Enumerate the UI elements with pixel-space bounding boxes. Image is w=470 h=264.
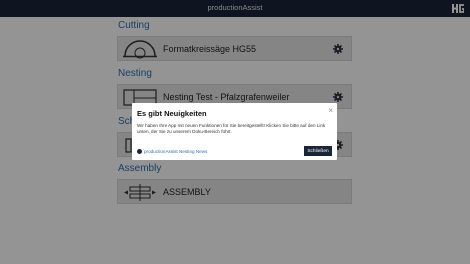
dialog-title: Es gibt Neuigkeiten bbox=[137, 109, 207, 118]
close-icon[interactable]: × bbox=[328, 106, 333, 115]
news-link-label[interactable]: productionAssist Nesting News bbox=[144, 149, 207, 154]
close-button[interactable]: Schließen bbox=[304, 146, 332, 156]
dialog-body: Wir haben Ihre App mit neuen Funktionen … bbox=[137, 123, 326, 134]
news-dialog: Es gibt Neuigkeiten × Wir haben Ihre App… bbox=[132, 103, 337, 160]
info-icon bbox=[137, 149, 142, 154]
news-link[interactable]: productionAssist Nesting News bbox=[137, 149, 207, 154]
